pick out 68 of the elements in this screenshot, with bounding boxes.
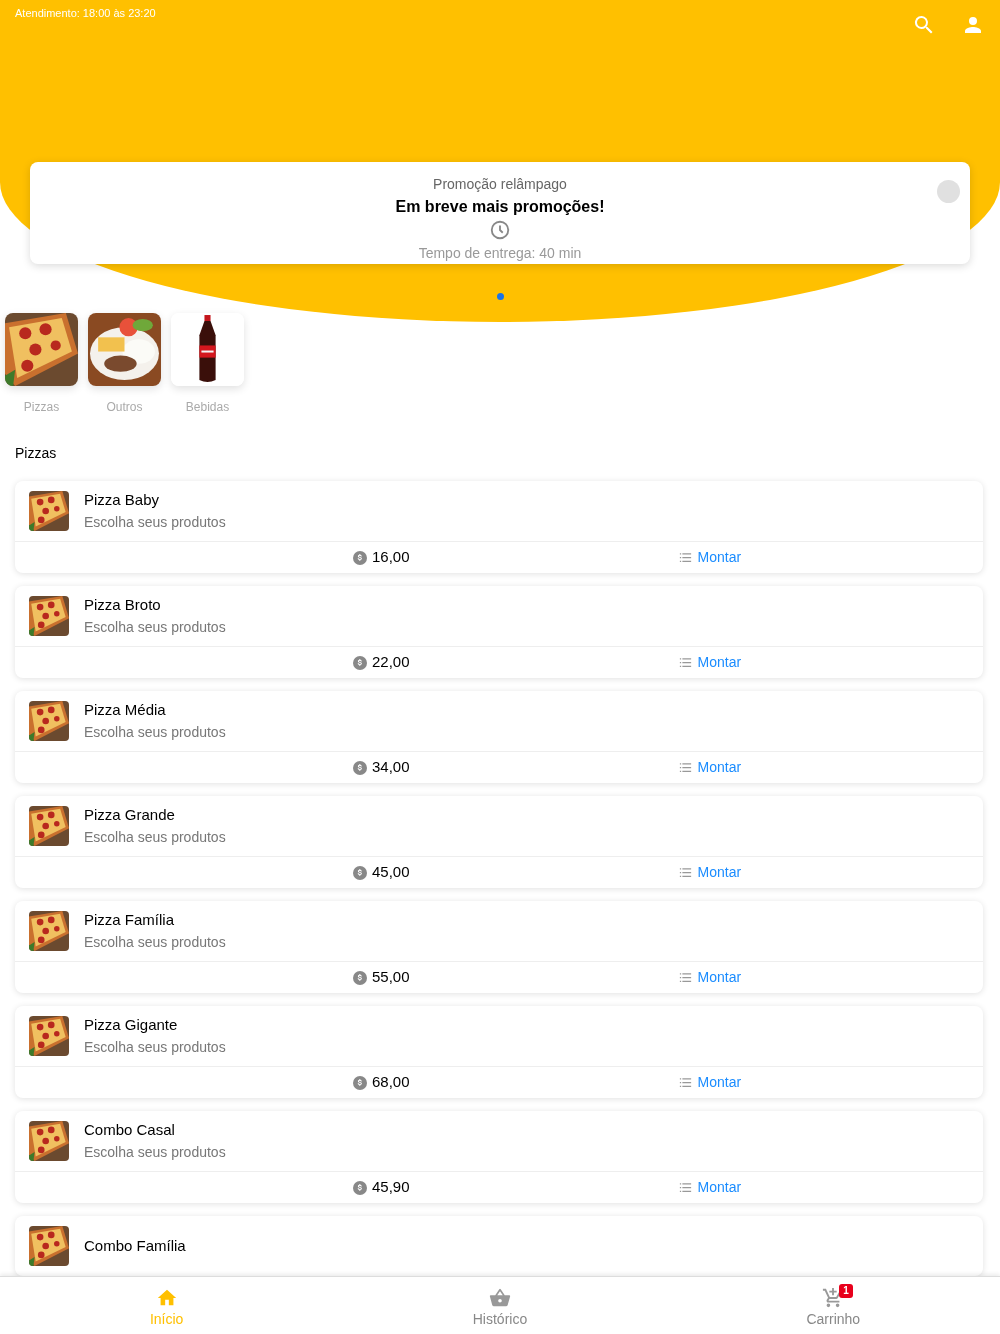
product-name: Pizza Grande — [84, 805, 176, 826]
promo-label: Promoção relâmpago — [433, 174, 567, 194]
product-subtitle: Escolha seus produtos — [84, 1037, 226, 1057]
opening-hours: Atendimento: 18:00 às 23:20 — [15, 6, 156, 21]
dollar-coin-icon — [353, 760, 367, 775]
dollar-coin-icon — [353, 550, 367, 565]
delivery-time: Tempo de entrega: 40 min — [418, 243, 582, 263]
product-price: 55,00 — [372, 967, 410, 988]
product-price: 45,90 — [372, 1177, 410, 1198]
product-name: Pizza Média — [84, 700, 167, 721]
product-name: Pizza Família — [84, 910, 176, 931]
category-label: Outros — [106, 399, 143, 416]
list-icon — [677, 865, 693, 880]
product-name: Combo Família — [84, 1235, 186, 1256]
category-label: Pizzas — [23, 399, 60, 416]
cart-badge: 1 — [839, 1284, 853, 1298]
product-price: 34,00 — [372, 757, 410, 778]
build-button[interactable]: Montar — [677, 652, 742, 673]
promo-title: Em breve mais promoções! — [395, 196, 605, 217]
product-card[interactable]: Combo Casal Escolha seus produtos 45,90 Montar — [15, 1111, 983, 1203]
product-subtitle: Escolha seus produtos — [84, 722, 226, 742]
product-price: 45,00 — [372, 862, 410, 883]
dollar-coin-icon — [353, 970, 367, 985]
list-icon — [677, 970, 693, 985]
list-icon — [677, 1075, 693, 1090]
nav-tab[interactable]: Histórico — [333, 1277, 667, 1334]
build-button[interactable]: Montar — [677, 547, 742, 568]
product-price: 16,00 — [372, 547, 410, 568]
product-card[interactable]: Pizza Grande Escolha seus produtos 45,00 Montar — [15, 796, 983, 888]
clock-icon — [489, 218, 511, 241]
product-card[interactable]: Combo Família — [15, 1216, 983, 1276]
product-subtitle: Escolha seus produtos — [84, 512, 226, 532]
promo-toggle[interactable] — [937, 179, 960, 203]
product-card[interactable]: Pizza Família Escolha seus produtos 55,00 Montar — [15, 901, 983, 993]
category-item[interactable]: Pizzas — [5, 313, 78, 416]
build-button[interactable]: Montar — [677, 1072, 742, 1093]
dollar-coin-icon — [353, 1180, 367, 1195]
dollar-coin-icon — [353, 865, 367, 880]
product-card[interactable]: Pizza Média Escolha seus produtos 34,00 Montar — [15, 691, 983, 783]
nav-tab[interactable]: 1 Carrinho — [666, 1277, 1000, 1334]
product-card[interactable]: Pizza Broto Escolha seus produtos 22,00 Montar — [15, 586, 983, 678]
product-name: Combo Casal — [84, 1120, 176, 1141]
product-name: Pizza Baby — [84, 490, 161, 511]
product-price: 22,00 — [372, 652, 410, 673]
product-card[interactable]: Pizza Baby Escolha seus produtos 16,00 Montar — [15, 481, 983, 573]
list-icon — [677, 1180, 693, 1195]
build-button[interactable]: Montar — [677, 757, 742, 778]
dollar-coin-icon — [353, 1075, 367, 1090]
section-title: Pizzas — [15, 444, 58, 463]
category-item[interactable]: Bebidas — [171, 313, 244, 416]
list-icon — [677, 655, 693, 670]
product-name: Pizza Broto — [84, 595, 162, 616]
category-item[interactable]: Outros — [88, 313, 161, 416]
build-button[interactable]: Montar — [677, 1177, 742, 1198]
category-label: Bebidas — [185, 399, 230, 416]
build-button[interactable]: Montar — [677, 967, 742, 988]
product-subtitle: Escolha seus produtos — [84, 1142, 226, 1162]
list-icon — [677, 760, 693, 775]
build-button[interactable]: Montar — [677, 862, 742, 883]
list-icon — [677, 550, 693, 565]
product-subtitle: Escolha seus produtos — [84, 617, 226, 637]
product-card[interactable]: Pizza Gigante Escolha seus produtos 68,00 Montar — [15, 1006, 983, 1098]
product-price: 68,00 — [372, 1072, 410, 1093]
product-subtitle: Escolha seus produtos — [84, 932, 226, 952]
dollar-coin-icon — [353, 655, 367, 670]
basket-icon — [489, 1287, 511, 1309]
product-subtitle: Escolha seus produtos — [84, 827, 226, 847]
product-name: Pizza Gigante — [84, 1015, 179, 1036]
